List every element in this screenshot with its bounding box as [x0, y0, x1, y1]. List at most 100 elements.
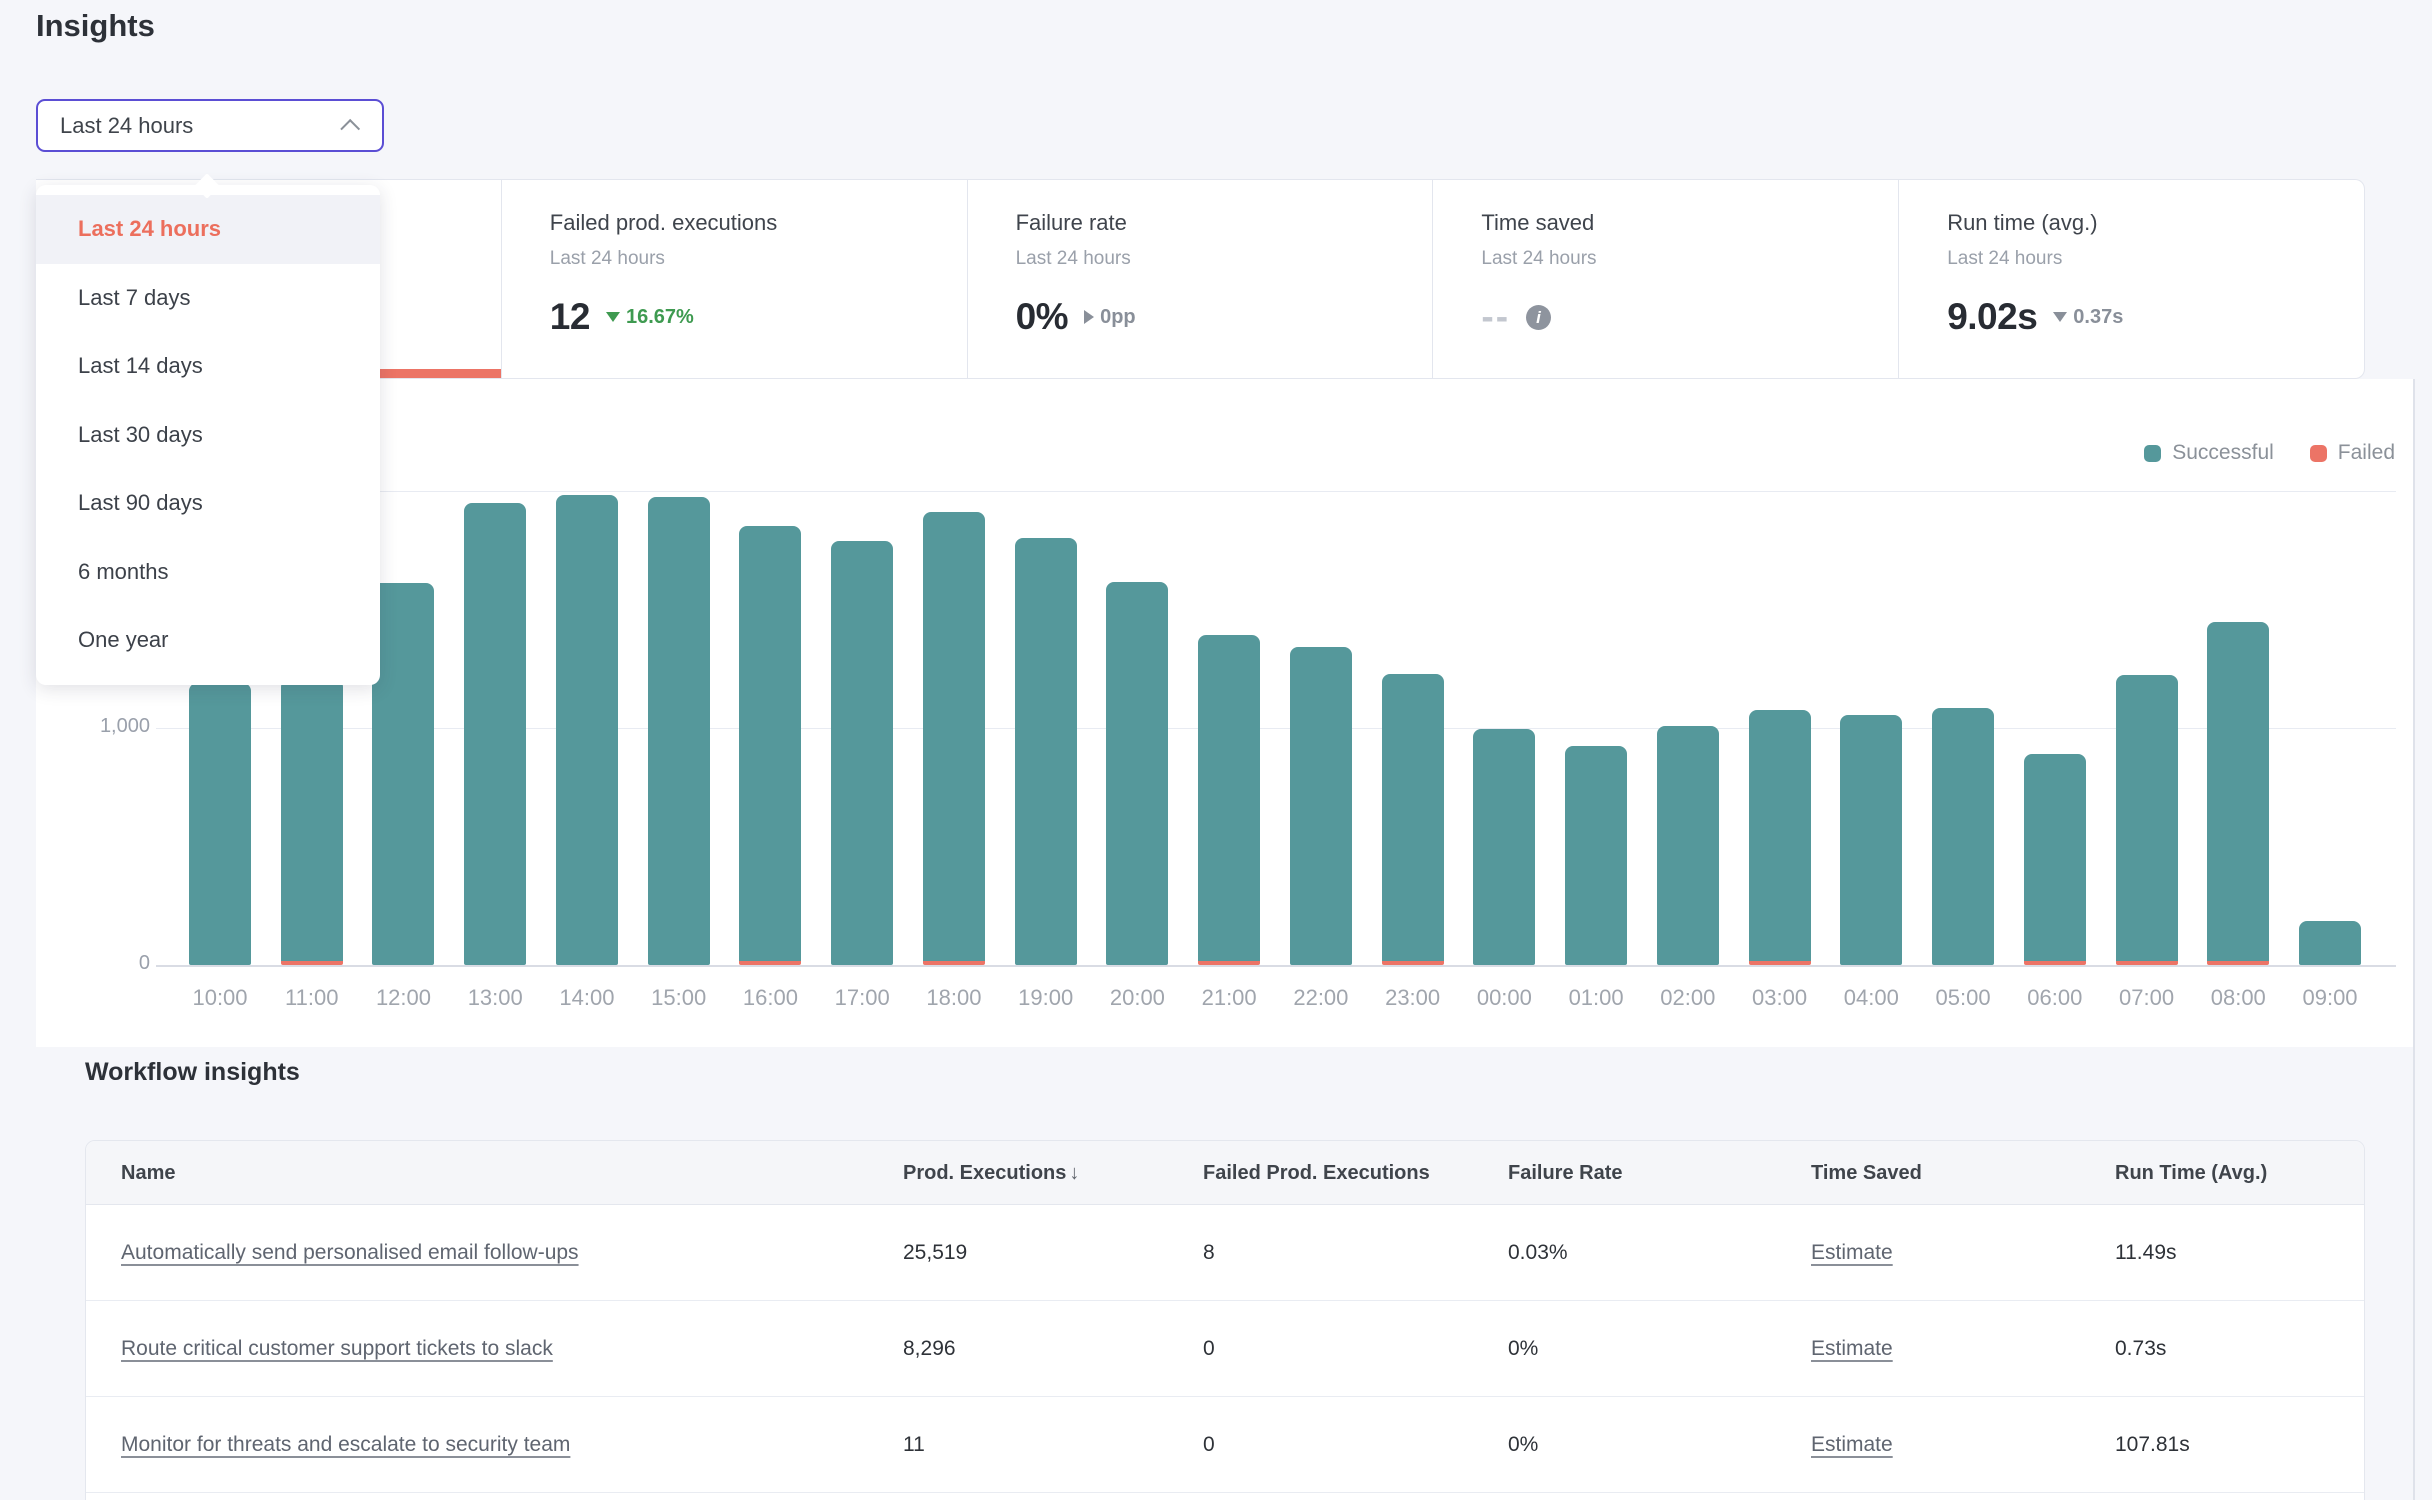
metric-card-subtitle: Last 24 hours [1016, 248, 1433, 270]
x-axis-label-00:00: 00:00 [1458, 985, 1550, 1011]
chart-legend: Successful Failed [2144, 441, 2395, 465]
menu-item-last-7-days[interactable]: Last 7 days [36, 264, 380, 333]
triangle-right-icon [1084, 310, 1094, 324]
bar-successful-segment [739, 526, 801, 961]
cell-run_time_avg: 107.81s [2115, 1397, 2190, 1493]
metric-card-subtitle: Last 24 hours [550, 248, 967, 270]
menu-item-last-30-days[interactable]: Last 30 days [36, 401, 380, 470]
cell-failure_rate: 0% [1508, 1397, 1538, 1493]
workflow-name-link[interactable]: Monitor for threats and escalate to secu… [121, 1433, 570, 1456]
bar-failed-segment [739, 961, 801, 965]
bar-successful-segment [1657, 726, 1719, 965]
x-axis-label-11:00: 11:00 [266, 985, 358, 1011]
metric-card-delta: 0pp [1084, 306, 1136, 329]
cell-failed_prod_executions: 8 [1203, 1205, 1215, 1301]
x-axis-label-18:00: 18:00 [908, 985, 1000, 1011]
bar-successful-segment [1932, 708, 1994, 965]
bar-successful-segment [923, 512, 985, 961]
bar-11:00 [281, 679, 343, 965]
bar-18:00 [923, 512, 985, 965]
metric-card-delta: 0.37s [2053, 306, 2123, 329]
y-axis-label-0: 0 [36, 952, 150, 975]
bar-successful-segment [2299, 921, 2361, 965]
x-axis-label-09:00: 09:00 [2284, 985, 2376, 1011]
menu-item-last-14-days[interactable]: Last 14 days [36, 332, 380, 401]
menu-item-last-24-hours[interactable]: Last 24 hours [36, 195, 380, 264]
legend-label: Successful [2172, 441, 2274, 465]
bar-successful-segment [1473, 729, 1535, 965]
metric-card-failed-prod-executions[interactable]: Failed prod. executionsLast 24 hours1216… [501, 180, 967, 378]
bar-14:00 [556, 495, 618, 965]
x-axis-label-10:00: 10:00 [174, 985, 266, 1011]
legend-item-successful[interactable]: Successful [2144, 441, 2274, 465]
bar-successful-segment [1290, 647, 1352, 965]
y-axis-label-1,000: 1,000 [36, 715, 150, 738]
cell-name: Monitor for threats and escalate to secu… [121, 1397, 570, 1493]
bar-01:00 [1565, 746, 1627, 965]
column-header-failure-rate[interactable]: Failure Rate [1508, 1141, 1622, 1205]
bar-successful-segment [464, 503, 526, 965]
metric-card-delta: 16.67% [606, 306, 694, 329]
metric-card-subtitle: Last 24 hours [1947, 248, 2364, 270]
bar-21:00 [1198, 635, 1260, 965]
estimate-link[interactable]: Estimate [1811, 1337, 1893, 1360]
bar-failed-segment [1198, 961, 1260, 965]
table-body: Automatically send personalised email fo… [86, 1205, 2364, 1493]
metric-card-failure-rate[interactable]: Failure rateLast 24 hours0%0pp [967, 180, 1433, 378]
x-axis-label-05:00: 05:00 [1917, 985, 2009, 1011]
x-axis-label-06:00: 06:00 [2009, 985, 2101, 1011]
cell-prod_executions: 8,296 [903, 1301, 956, 1397]
x-axis-label-03:00: 03:00 [1734, 985, 1826, 1011]
bar-successful-segment [556, 495, 618, 965]
x-axis-label-13:00: 13:00 [449, 985, 541, 1011]
x-axis-label-22:00: 22:00 [1275, 985, 1367, 1011]
bar-17:00 [831, 541, 893, 965]
cell-name: Route critical customer support tickets … [121, 1301, 553, 1397]
legend-item-failed[interactable]: Failed [2310, 441, 2395, 465]
menu-item-one-year[interactable]: One year [36, 606, 380, 675]
bar-successful-segment [648, 497, 710, 965]
time-range-select-value: Last 24 hours [60, 113, 193, 139]
column-header-time-saved[interactable]: Time Saved [1811, 1141, 1922, 1205]
metric-card-run-time-avg[interactable]: Run time (avg.)Last 24 hours9.02s0.37s [1898, 180, 2364, 378]
triangle-down-icon [2053, 312, 2067, 322]
metric-card-value-row: 0%0pp [1016, 296, 1433, 338]
bar-failed-segment [2116, 961, 2178, 965]
column-header-name[interactable]: Name [121, 1141, 175, 1205]
x-axis-label-04:00: 04:00 [1825, 985, 1917, 1011]
bar-20:00 [1106, 582, 1168, 965]
bar-07:00 [2116, 675, 2178, 965]
bar-failed-segment [281, 961, 343, 965]
metric-card-value: -- [1481, 296, 1510, 338]
cell-failure_rate: 0% [1508, 1301, 1538, 1397]
x-axis-label-12:00: 12:00 [357, 985, 449, 1011]
bar-02:00 [1657, 726, 1719, 965]
chevron-up-icon [340, 118, 360, 138]
cell-failed_prod_executions: 0 [1203, 1397, 1215, 1493]
cell-time_saved: Estimate [1811, 1301, 1893, 1397]
column-header-failed-prod-executions[interactable]: Failed Prod. Executions [1203, 1141, 1430, 1205]
menu-item-last-90-days[interactable]: Last 90 days [36, 469, 380, 538]
info-icon[interactable]: i [1526, 305, 1551, 330]
metric-card-value-row: -- i [1481, 296, 1898, 338]
cell-prod_executions: 25,519 [903, 1205, 967, 1301]
estimate-link[interactable]: Estimate [1811, 1433, 1893, 1456]
bar-successful-segment [1749, 710, 1811, 961]
workflow-name-link[interactable]: Route critical customer support tickets … [121, 1337, 553, 1360]
column-header-prod-executions[interactable]: Prod. Executions↓ [903, 1141, 1079, 1205]
time-range-select[interactable]: Last 24 hours [36, 99, 384, 152]
table-row: Route critical customer support tickets … [86, 1301, 2364, 1397]
cell-failed_prod_executions: 0 [1203, 1301, 1215, 1397]
estimate-link[interactable]: Estimate [1811, 1241, 1893, 1264]
menu-item-6-months[interactable]: 6 months [36, 538, 380, 607]
workflow-name-link[interactable]: Automatically send personalised email fo… [121, 1241, 579, 1264]
x-axis-label-07:00: 07:00 [2101, 985, 2193, 1011]
metric-cards-row: Failed prod. executionsLast 24 hours1216… [36, 179, 2365, 379]
x-axis-label-02:00: 02:00 [1642, 985, 1734, 1011]
column-header-run-time-avg-[interactable]: Run Time (Avg.) [2115, 1141, 2267, 1205]
bar-successful-segment [2024, 754, 2086, 961]
metric-card-time-saved[interactable]: Time savedLast 24 hours--i [1432, 180, 1898, 378]
bar-failed-segment [2024, 961, 2086, 965]
bar-successful-segment [1106, 582, 1168, 965]
legend-label: Failed [2338, 441, 2395, 465]
